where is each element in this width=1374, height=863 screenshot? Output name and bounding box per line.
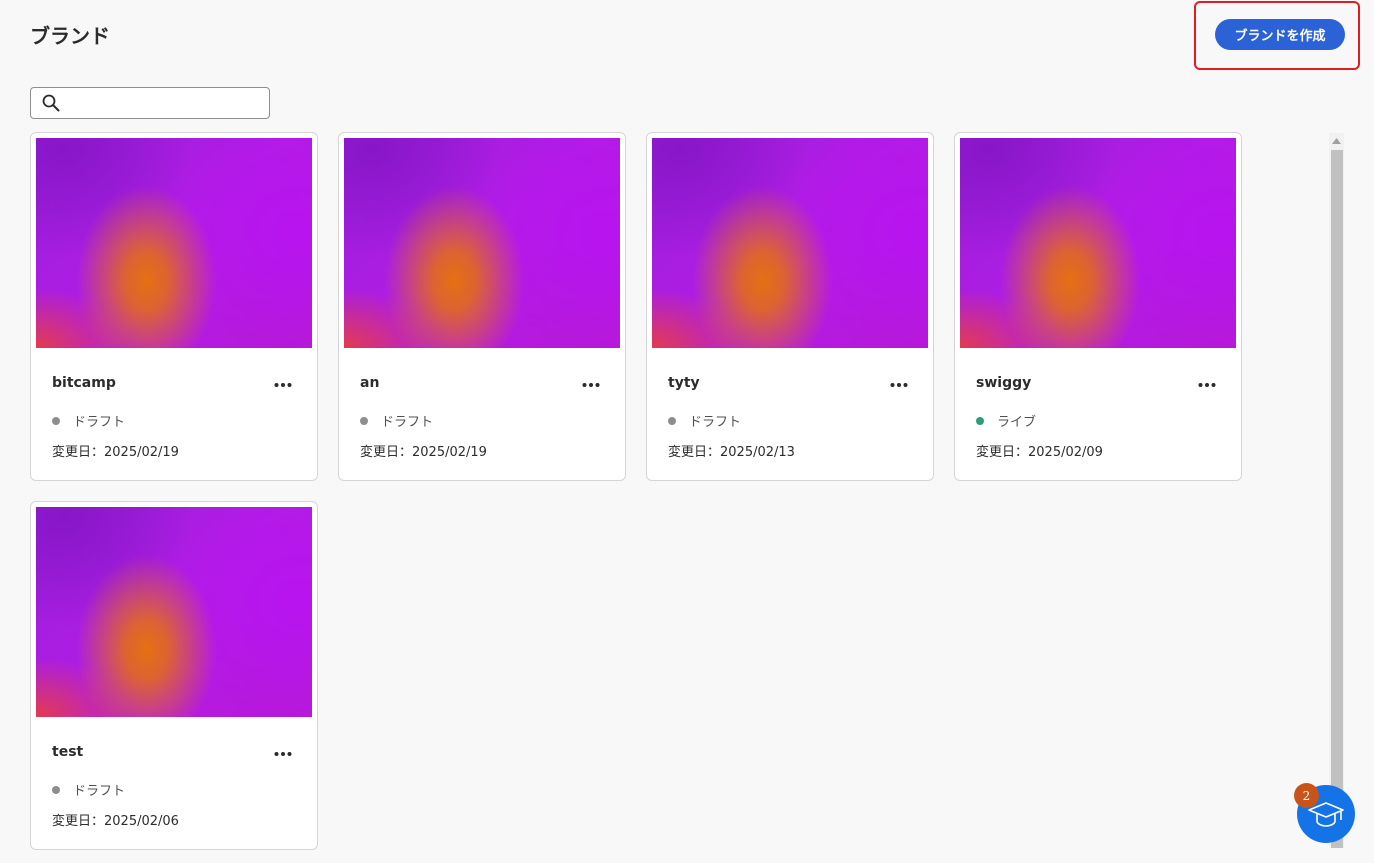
status-indicator: ドラフト xyxy=(360,411,433,430)
status-indicator: ドラフト xyxy=(52,411,125,430)
page-title: ブランド xyxy=(30,24,110,48)
brand-thumbnail xyxy=(344,138,620,348)
brand-card[interactable]: an ドラフト 変更日：2025/02/19 xyxy=(338,132,626,481)
brand-thumbnail xyxy=(36,507,312,717)
status-dot xyxy=(668,416,676,425)
status-dot xyxy=(52,416,60,425)
search-field[interactable] xyxy=(30,87,270,119)
more-icon xyxy=(274,383,292,387)
brand-name: bitcamp xyxy=(52,375,116,391)
more-options-button[interactable] xyxy=(885,373,913,397)
scrollbar-thumb[interactable] xyxy=(1331,150,1343,848)
brand-card[interactable]: swiggy ライブ 変更日：2025/02/09 xyxy=(954,132,1242,481)
status-indicator: ドラフト xyxy=(668,411,741,430)
more-options-button[interactable] xyxy=(269,742,297,766)
status-label: ライブ xyxy=(997,415,1037,430)
status-indicator: ドラフト xyxy=(52,780,125,799)
brand-thumbnail xyxy=(960,138,1236,348)
search-input[interactable] xyxy=(67,88,269,118)
brand-name: swiggy xyxy=(976,375,1032,391)
status-label: ドラフト xyxy=(381,415,434,430)
more-options-button[interactable] xyxy=(577,373,605,397)
status-dot xyxy=(976,416,984,425)
status-label: ドラフト xyxy=(73,784,126,799)
status-dot xyxy=(52,785,60,794)
brand-card[interactable]: tyty ドラフト 変更日：2025/02/13 xyxy=(646,132,934,481)
scroll-up-arrow-icon[interactable] xyxy=(1329,135,1344,147)
more-icon xyxy=(1198,383,1216,387)
more-icon xyxy=(274,752,292,756)
status-label: ドラフト xyxy=(689,415,742,430)
modified-date: 変更日：2025/02/13 xyxy=(668,445,795,460)
status-indicator: ライブ xyxy=(976,411,1036,430)
modified-date: 変更日：2025/02/19 xyxy=(52,445,179,460)
create-brand-button[interactable]: ブランドを作成 xyxy=(1215,19,1345,50)
brand-name: an xyxy=(360,375,380,391)
brand-name: test xyxy=(52,744,84,760)
modified-date: 変更日：2025/02/19 xyxy=(360,445,487,460)
modified-date: 変更日：2025/02/06 xyxy=(52,814,179,829)
brand-thumbnail xyxy=(36,138,312,348)
brand-thumbnail xyxy=(652,138,928,348)
brand-card[interactable]: test ドラフト 変更日：2025/02/06 xyxy=(30,501,318,850)
more-options-button[interactable] xyxy=(1193,373,1221,397)
brand-name: tyty xyxy=(668,375,700,391)
status-dot xyxy=(360,416,368,425)
search-icon xyxy=(41,93,61,113)
more-options-button[interactable] xyxy=(269,373,297,397)
notification-badge: 2 xyxy=(1294,783,1319,808)
more-icon xyxy=(890,383,908,387)
brand-card[interactable]: bitcamp ドラフト 変更日：2025/02/19 xyxy=(30,132,318,481)
modified-date: 変更日：2025/02/09 xyxy=(976,445,1103,460)
status-label: ドラフト xyxy=(73,415,126,430)
more-icon xyxy=(582,383,600,387)
